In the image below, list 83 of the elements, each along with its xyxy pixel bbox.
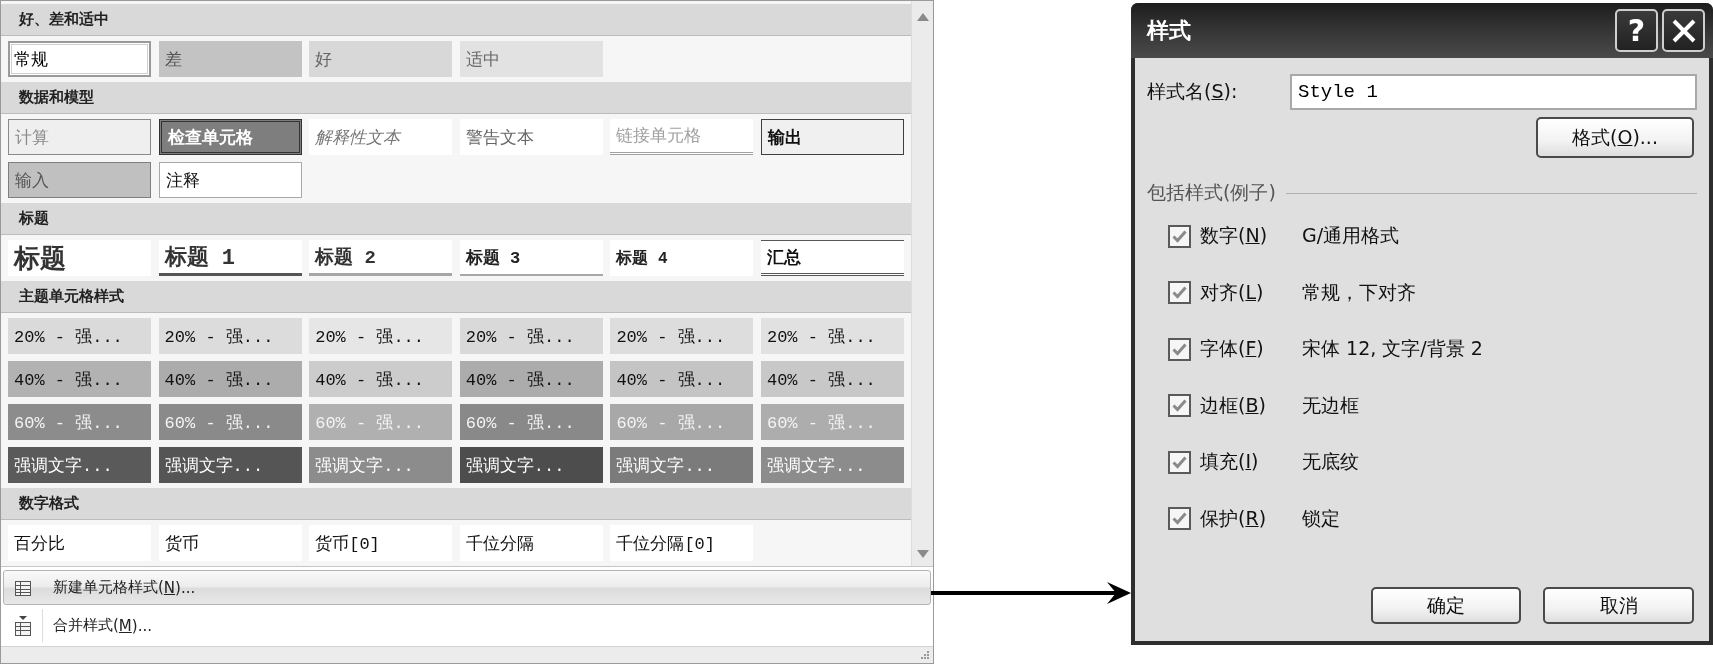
close-icon xyxy=(1671,18,1696,43)
scroll-up-icon[interactable] xyxy=(916,13,929,21)
cell-style-option[interactable]: 适中 xyxy=(459,41,603,77)
cell-style-option[interactable]: 强调文字... xyxy=(610,447,754,483)
cell-style-option[interactable]: 好 xyxy=(309,41,453,77)
dialog-title: 样式 xyxy=(1147,16,1191,45)
check-icon xyxy=(1172,229,1187,243)
checkbox-label[interactable]: 边框(B) xyxy=(1200,392,1302,419)
cell-style-option[interactable]: 20% - 强... xyxy=(8,318,151,354)
section-header: 数字格式 xyxy=(1,488,911,520)
checkbox[interactable] xyxy=(1168,507,1191,531)
cell-style-option[interactable]: 20% - 强... xyxy=(459,318,603,354)
menu-item[interactable]: 新建单元格样式(N)... xyxy=(3,570,931,605)
cell-style-option[interactable]: 输出 xyxy=(760,119,904,155)
cell-style-option[interactable]: 40% - 强... xyxy=(610,361,754,397)
cell-style-option[interactable]: 百分比 xyxy=(8,525,151,561)
checkbox[interactable] xyxy=(1168,337,1191,361)
section-header: 数据和模型 xyxy=(1,82,911,114)
cell-style-option[interactable]: 货币 xyxy=(158,525,302,561)
setting-value: G/通用格式 xyxy=(1302,223,1400,249)
format-button[interactable]: 格式(O)... xyxy=(1536,117,1694,158)
section-header: 标题 xyxy=(1,203,911,235)
style-name-input[interactable]: Style 1 xyxy=(1290,74,1697,110)
checkbox-label[interactable]: 填充(I) xyxy=(1200,449,1302,476)
section-header: 主题单元格样式 xyxy=(1,281,911,313)
checkbox-label[interactable]: 保护(R) xyxy=(1200,505,1302,532)
cell-style-option[interactable]: 输入 xyxy=(8,162,151,198)
table-arrow-icon xyxy=(14,615,32,636)
checkbox-label[interactable]: 对齐(L) xyxy=(1200,279,1302,306)
cell-style-option[interactable]: 汇总 xyxy=(760,240,904,276)
cell-style-option[interactable]: 强调文字... xyxy=(459,447,603,483)
cell-style-option[interactable]: 20% - 强... xyxy=(158,318,302,354)
setting-value: 宋体 12, 文字/背景 2 xyxy=(1302,336,1483,362)
check-icon xyxy=(1172,512,1187,526)
setting-value: 常规，下对齐 xyxy=(1302,279,1416,305)
cell-style-option[interactable]: 差 xyxy=(158,41,302,77)
cell-style-option[interactable]: 强调文字... xyxy=(158,447,302,483)
checkbox[interactable] xyxy=(1168,224,1191,248)
help-button[interactable]: ? xyxy=(1615,9,1658,52)
cell-style-option[interactable]: 40% - 强... xyxy=(158,361,302,397)
cell-style-option[interactable]: 20% - 强... xyxy=(309,318,453,354)
cell-style-option[interactable]: 强调文字... xyxy=(8,447,151,483)
cell-style-option[interactable]: 标题 2 xyxy=(309,240,453,276)
cell-style-option[interactable]: 40% - 强... xyxy=(8,361,151,397)
cell-style-option[interactable]: 常规 xyxy=(8,41,151,77)
group-label: 包括样式(例子) xyxy=(1147,180,1276,205)
checkbox-label[interactable]: 字体(F) xyxy=(1200,336,1302,363)
checkbox[interactable] xyxy=(1168,394,1191,418)
scrollbar[interactable] xyxy=(911,1,933,566)
cell-style-option[interactable]: 千位分隔 xyxy=(459,525,603,561)
close-button[interactable] xyxy=(1662,9,1705,52)
cell-style-option[interactable]: 40% - 强... xyxy=(459,361,603,397)
check-icon xyxy=(1172,399,1187,413)
check-icon xyxy=(1172,342,1187,356)
cell-style-option[interactable]: 标题 xyxy=(8,240,151,276)
cell-style-option[interactable]: 标题 4 xyxy=(610,240,754,276)
checkbox[interactable] xyxy=(1168,450,1191,474)
cell-style-option[interactable]: 标题 3 xyxy=(459,240,603,276)
cell-style-option[interactable]: 注释 xyxy=(158,162,302,198)
resize-grip-icon[interactable] xyxy=(920,650,930,660)
section-header: 好、差和适中 xyxy=(1,4,911,36)
cell-style-option[interactable]: 警告文本 xyxy=(459,119,603,155)
setting-value: 锁定 xyxy=(1302,505,1340,531)
checkbox[interactable] xyxy=(1168,281,1191,305)
menu-item[interactable]: 合并样式(M)... xyxy=(3,608,931,643)
cell-style-option[interactable]: 标题 1 xyxy=(158,240,302,276)
field-label: 样式名(S): xyxy=(1147,79,1239,104)
cell-style-option[interactable]: 40% - 强... xyxy=(760,361,904,397)
cell-style-option[interactable]: 20% - 强... xyxy=(760,318,904,354)
setting-value: 无边框 xyxy=(1302,392,1359,418)
cell-style-option[interactable]: 货币[0] xyxy=(309,525,453,561)
check-icon xyxy=(1172,455,1187,469)
cell-style-option[interactable]: 40% - 强... xyxy=(309,361,453,397)
cell-style-option[interactable]: 千位分隔[0] xyxy=(610,525,754,561)
cell-style-option[interactable]: 检查单元格 xyxy=(158,119,302,155)
ok-button[interactable]: 确定 xyxy=(1371,587,1521,624)
checkbox-label[interactable]: 数字(N) xyxy=(1200,223,1302,250)
cell-style-option[interactable]: 解释性文本 xyxy=(309,119,453,155)
setting-value: 无底纹 xyxy=(1302,449,1359,475)
scroll-down-icon[interactable] xyxy=(916,550,929,558)
check-icon xyxy=(1172,286,1187,300)
cancel-button[interactable]: 取消 xyxy=(1543,587,1694,624)
cell-style-option[interactable]: 20% - 强... xyxy=(610,318,754,354)
